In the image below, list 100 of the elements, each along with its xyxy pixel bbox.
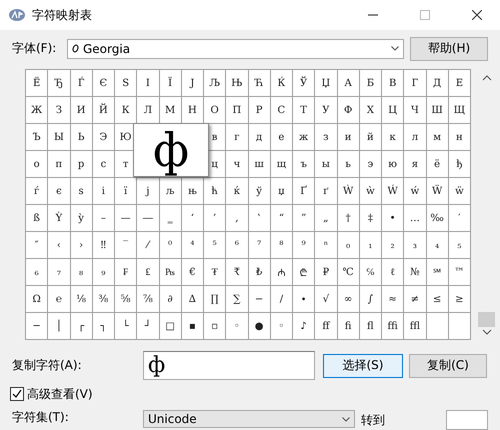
character-cell[interactable]: Л (137, 97, 158, 124)
character-cell[interactable]: А (338, 70, 359, 96)
character-cell[interactable]: ∏ (204, 286, 226, 312)
character-cell[interactable]: ₾ (293, 259, 314, 286)
character-cell[interactable]: љ (160, 178, 181, 204)
character-cell[interactable]: • (382, 205, 404, 232)
character-cell[interactable]: р (70, 151, 92, 178)
character-cell[interactable]: ₇ (48, 259, 70, 286)
character-cell[interactable]: ₆ (26, 259, 48, 286)
character-cell[interactable]: ― (137, 205, 158, 232)
character-cell[interactable]: ⅜ (92, 286, 114, 312)
character-cell[interactable]: о (26, 151, 48, 178)
character-cell[interactable]: ⅝ (115, 286, 136, 312)
character-cell[interactable]: „ (315, 205, 336, 232)
character-cell[interactable]: “ (270, 205, 292, 232)
character-cell[interactable]: ї (115, 178, 136, 204)
character-cell[interactable]: л (404, 124, 426, 150)
character-cell[interactable]: ℠ (426, 259, 448, 286)
scroll-down-icon[interactable] (482, 329, 492, 336)
character-cell[interactable]: с (92, 151, 114, 178)
character-cell[interactable]: ₅ (448, 232, 470, 258)
character-cell[interactable]: ’ (204, 205, 226, 232)
character-cell[interactable]: ∞ (338, 286, 359, 312)
font-dropdown[interactable]: Georgia (67, 38, 404, 59)
character-cell[interactable]: М (160, 97, 181, 124)
character-cell[interactable]: ℅ (360, 259, 381, 286)
character-cell[interactable]: Н (182, 97, 203, 124)
character-cell[interactable]: щ (270, 151, 292, 178)
character-cell[interactable]: Б (360, 70, 381, 96)
select-button[interactable]: 选择(S) (323, 354, 403, 378)
character-cell[interactable]: Э (92, 124, 114, 150)
character-cell[interactable]: ₧ (160, 259, 181, 286)
character-cell[interactable]: ⁴ (182, 232, 203, 258)
character-cell[interactable]: э (360, 151, 381, 178)
character-cell[interactable]: ┌ (70, 313, 92, 340)
character-cell[interactable]: Ќ (270, 70, 292, 96)
character-cell[interactable]: ▪ (182, 313, 203, 340)
character-cell[interactable]: Х (360, 97, 381, 124)
character-cell[interactable]: ≥ (448, 286, 470, 312)
character-cell[interactable]: е (270, 124, 292, 150)
character-cell[interactable]: ‾ (115, 232, 136, 258)
character-cell[interactable]: Ω (26, 286, 48, 312)
character-cell[interactable]: ẃ (404, 178, 426, 204)
character-cell[interactable]: ∫ (360, 286, 381, 312)
character-cell[interactable]: ⁵ (204, 232, 226, 258)
character-cell[interactable]: ю (382, 151, 404, 178)
character-cell[interactable]: ● (248, 313, 270, 340)
character-cell[interactable]: Ц (382, 97, 404, 124)
character-cell[interactable]: − (248, 286, 270, 312)
character-cell[interactable]: к (382, 124, 404, 150)
character-cell[interactable]: ≤ (426, 286, 448, 312)
character-cell[interactable]: ⁷ (248, 232, 270, 258)
character-cell[interactable]: ″ (26, 232, 48, 258)
character-cell[interactable]: ш (248, 151, 270, 178)
character-cell[interactable]: Ы (48, 124, 70, 150)
character-cell[interactable]: Ћ (248, 70, 270, 96)
character-cell[interactable]: ‚ (226, 205, 248, 232)
character-cell[interactable]: … (404, 205, 426, 232)
character-cell[interactable]: ⅛ (70, 286, 92, 312)
character-cell[interactable]: ₂ (382, 232, 404, 258)
character-cell[interactable]: ₈ (70, 259, 92, 286)
character-cell[interactable]: К (115, 97, 136, 124)
character-cell[interactable]: ℓ (382, 259, 404, 286)
character-cell[interactable]: д (248, 124, 270, 150)
character-cell[interactable]: ґ (315, 178, 336, 204)
character-cell[interactable]: п (48, 151, 70, 178)
character-cell[interactable]: Й (92, 97, 114, 124)
copy-button[interactable]: 复制(C) (409, 354, 487, 378)
character-cell[interactable]: ” (293, 205, 314, 232)
character-cell[interactable]: ﬁ (338, 313, 359, 340)
character-cell[interactable]: ₮ (204, 259, 226, 286)
character-cell[interactable]: ∂ (160, 286, 181, 312)
character-cell[interactable]: ▫ (204, 313, 226, 340)
character-cell[interactable]: ѓ (26, 178, 48, 204)
character-cell[interactable]: ₉ (92, 259, 114, 286)
character-cell[interactable]: ₁ (360, 232, 381, 258)
character-cell[interactable]: ₤ (137, 259, 158, 286)
character-cell[interactable]: ‰ (426, 205, 448, 232)
character-cell[interactable]: г (226, 124, 248, 150)
character-cell[interactable]: ₃ (404, 232, 426, 258)
character-cell[interactable]: Ẃ (382, 178, 404, 204)
character-cell[interactable]: ‗ (160, 205, 181, 232)
character-cell[interactable]: ⁹ (293, 232, 314, 258)
character-cell[interactable]: Ґ (293, 178, 314, 204)
scrollbar-thumb[interactable] (478, 312, 495, 328)
character-cell[interactable]: ⁿ (315, 232, 336, 258)
goto-field[interactable] (446, 410, 488, 430)
character-cell[interactable]: ─ (26, 313, 48, 340)
character-cell[interactable]: В (382, 70, 404, 96)
character-cell[interactable]: ≈ (382, 286, 404, 312)
character-cell[interactable]: Ђ (48, 70, 70, 96)
character-cell[interactable]: ⁶ (226, 232, 248, 258)
character-cell[interactable]: Р (248, 97, 270, 124)
character-cell[interactable]: Ѕ (115, 70, 136, 96)
character-cell[interactable]: ₣ (115, 259, 136, 286)
character-cell[interactable]: ₹ (226, 259, 248, 286)
character-cell[interactable]: ◦ (226, 313, 248, 340)
character-cell[interactable]: ♪ (293, 313, 314, 340)
character-cell[interactable]: ﬀ (315, 313, 336, 340)
character-cell[interactable]: н (448, 124, 470, 150)
